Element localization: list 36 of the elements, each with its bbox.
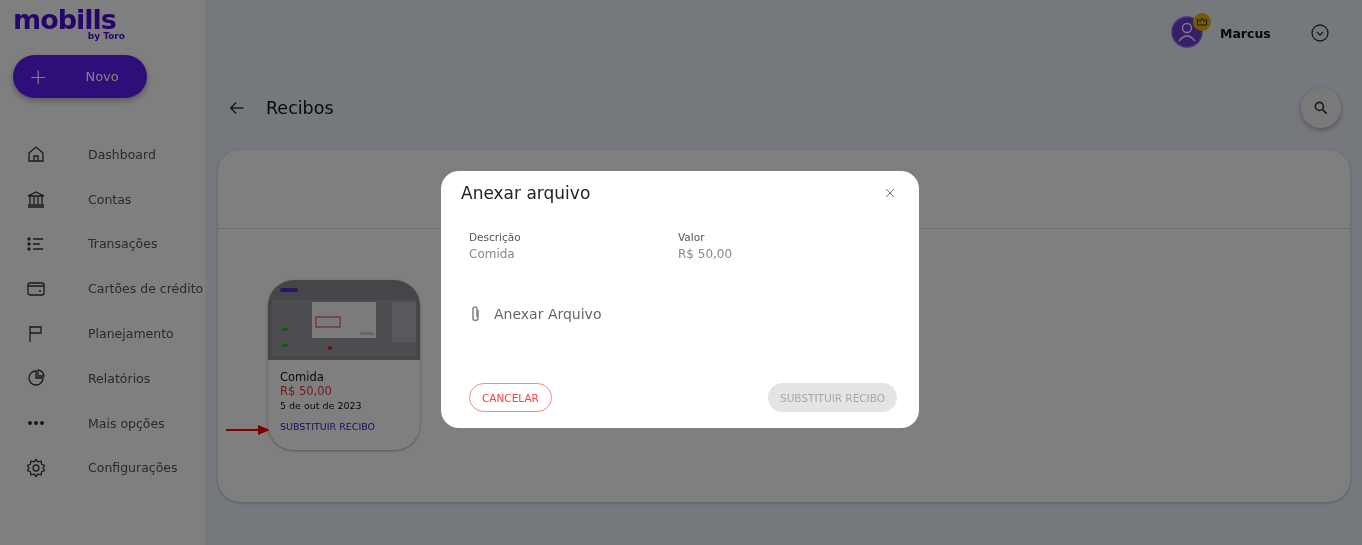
pie-chart-icon bbox=[26, 368, 46, 389]
crown-icon bbox=[1193, 13, 1211, 31]
replace-receipt-link[interactable]: SUBSTITUIR RECIBO bbox=[280, 421, 375, 432]
field-label: Descrição bbox=[469, 231, 522, 243]
receipt-amount: R$ 50,00 bbox=[280, 384, 332, 398]
attach-file-button[interactable]: Anexar Arquivo bbox=[471, 305, 602, 323]
field-value: Comida bbox=[469, 247, 516, 261]
sidebar-item[interactable]: Contas bbox=[13, 176, 205, 222]
bank-icon bbox=[26, 189, 46, 210]
field-value: R$ 50,00 bbox=[678, 247, 734, 261]
paperclip-icon bbox=[471, 305, 481, 323]
new-button[interactable]: + Novo bbox=[13, 55, 147, 98]
sidebar-item[interactable]: Configurações bbox=[13, 445, 205, 491]
sidebar-item[interactable]: Relatórios bbox=[13, 356, 205, 401]
receipt-card[interactable]: Comida R$ 50,00 5 de out de 2023 SUBSTITUIR RECIBO bbox=[268, 280, 420, 450]
settings-icon bbox=[26, 457, 46, 478]
close-icon[interactable] bbox=[885, 188, 895, 198]
sidebar-item[interactable]: Planejamento bbox=[13, 311, 205, 356]
receipt-date: 5 de out de 2023 bbox=[280, 400, 362, 411]
user-name[interactable]: Marcus bbox=[1220, 25, 1310, 41]
sidebar-item[interactable]: Cartões de crédito bbox=[13, 266, 205, 312]
cancel-button[interactable]: CANCELAR bbox=[469, 383, 552, 412]
back-arrow-icon[interactable] bbox=[228, 99, 246, 117]
sidebar-item[interactable]: Transações bbox=[13, 221, 205, 267]
chevron-down-icon[interactable] bbox=[1310, 23, 1330, 43]
more-icon bbox=[26, 421, 46, 426]
home-icon bbox=[26, 144, 46, 165]
logo-tagline: by Toro bbox=[87, 31, 125, 41]
field-label: Valor bbox=[678, 231, 706, 243]
dialog-title: Anexar arquivo bbox=[461, 183, 591, 203]
page-title: Recibos bbox=[266, 98, 335, 118]
sidebar-item[interactable]: Mais opções bbox=[13, 400, 205, 446]
search-icon bbox=[1313, 100, 1329, 116]
search-button[interactable] bbox=[1301, 88, 1341, 128]
sidebar-item[interactable]: Dashboard bbox=[13, 132, 205, 177]
receipt-description: Comida bbox=[280, 370, 324, 384]
